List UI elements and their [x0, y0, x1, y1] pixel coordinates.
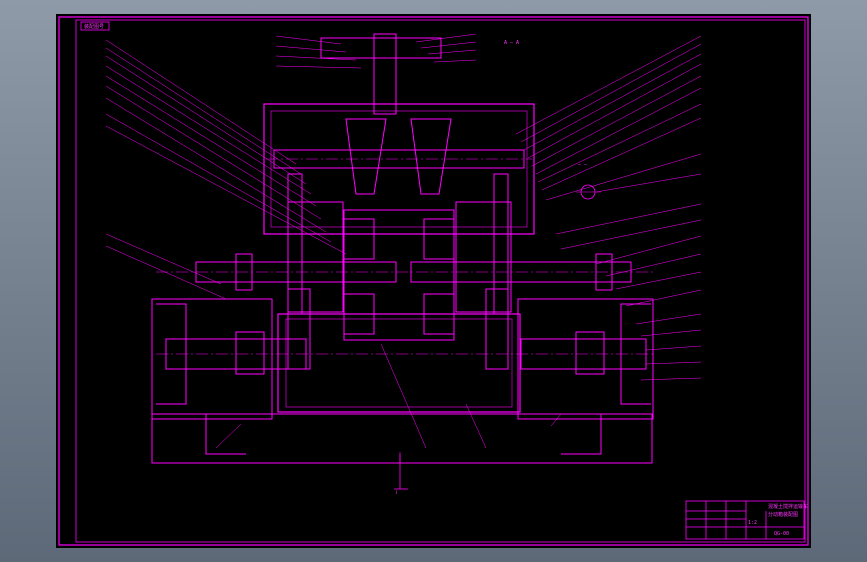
- bearing-left-2: [235, 331, 265, 375]
- right-leaders: [515, 35, 702, 381]
- section-label: Ⅰ: [396, 490, 397, 496]
- top-shaft: [373, 33, 397, 115]
- outer-frame: [58, 16, 809, 546]
- left-end-housing: [151, 298, 273, 420]
- right-end-housing: [517, 298, 654, 420]
- section-mark: A — A: [504, 40, 519, 46]
- center-cavity: [343, 209, 455, 341]
- callout-dash: — —: [578, 162, 588, 168]
- bearing-right-2: [575, 331, 605, 375]
- gear-right-outer: [485, 288, 509, 370]
- assembly-drawing: 装配图号 A — A Ⅰ — — 混凝土搅拌运输车 分动箱装配图 1:2 QG-…: [58, 16, 809, 546]
- corner-tag: 装配图号: [84, 23, 104, 30]
- lower-housing-inner: [285, 318, 513, 408]
- title-block-scale: 1:2: [748, 520, 757, 526]
- left-vertical-shaft: [287, 173, 303, 315]
- left-leaders: [105, 39, 347, 300]
- lower-housing: [277, 313, 521, 413]
- cad-viewport[interactable]: 装配图号 A — A Ⅰ — — 混凝土搅拌运输车 分动箱装配图 1:2 QG-…: [56, 14, 811, 548]
- base-outline: [151, 413, 653, 464]
- left-foot: [205, 414, 246, 455]
- right-foot: [561, 414, 602, 455]
- right-vertical-shaft: [493, 173, 509, 315]
- right-bearing-block: [455, 201, 512, 313]
- title-block-title-2: 分动箱装配图: [768, 511, 798, 518]
- bottom-leaders: [215, 343, 562, 449]
- bevel-gear-left: [345, 118, 387, 195]
- gear-left-outer: [287, 288, 311, 370]
- gear-left-upper: [343, 218, 375, 260]
- bevel-gear-right: [410, 118, 452, 195]
- title-block-title-1: 混凝土搅拌运输车: [768, 503, 808, 510]
- top-leaders: [275, 33, 477, 69]
- title-block-number: QG-00: [774, 531, 789, 537]
- left-bearing-block: [287, 201, 344, 313]
- gear-right-upper: [423, 218, 455, 260]
